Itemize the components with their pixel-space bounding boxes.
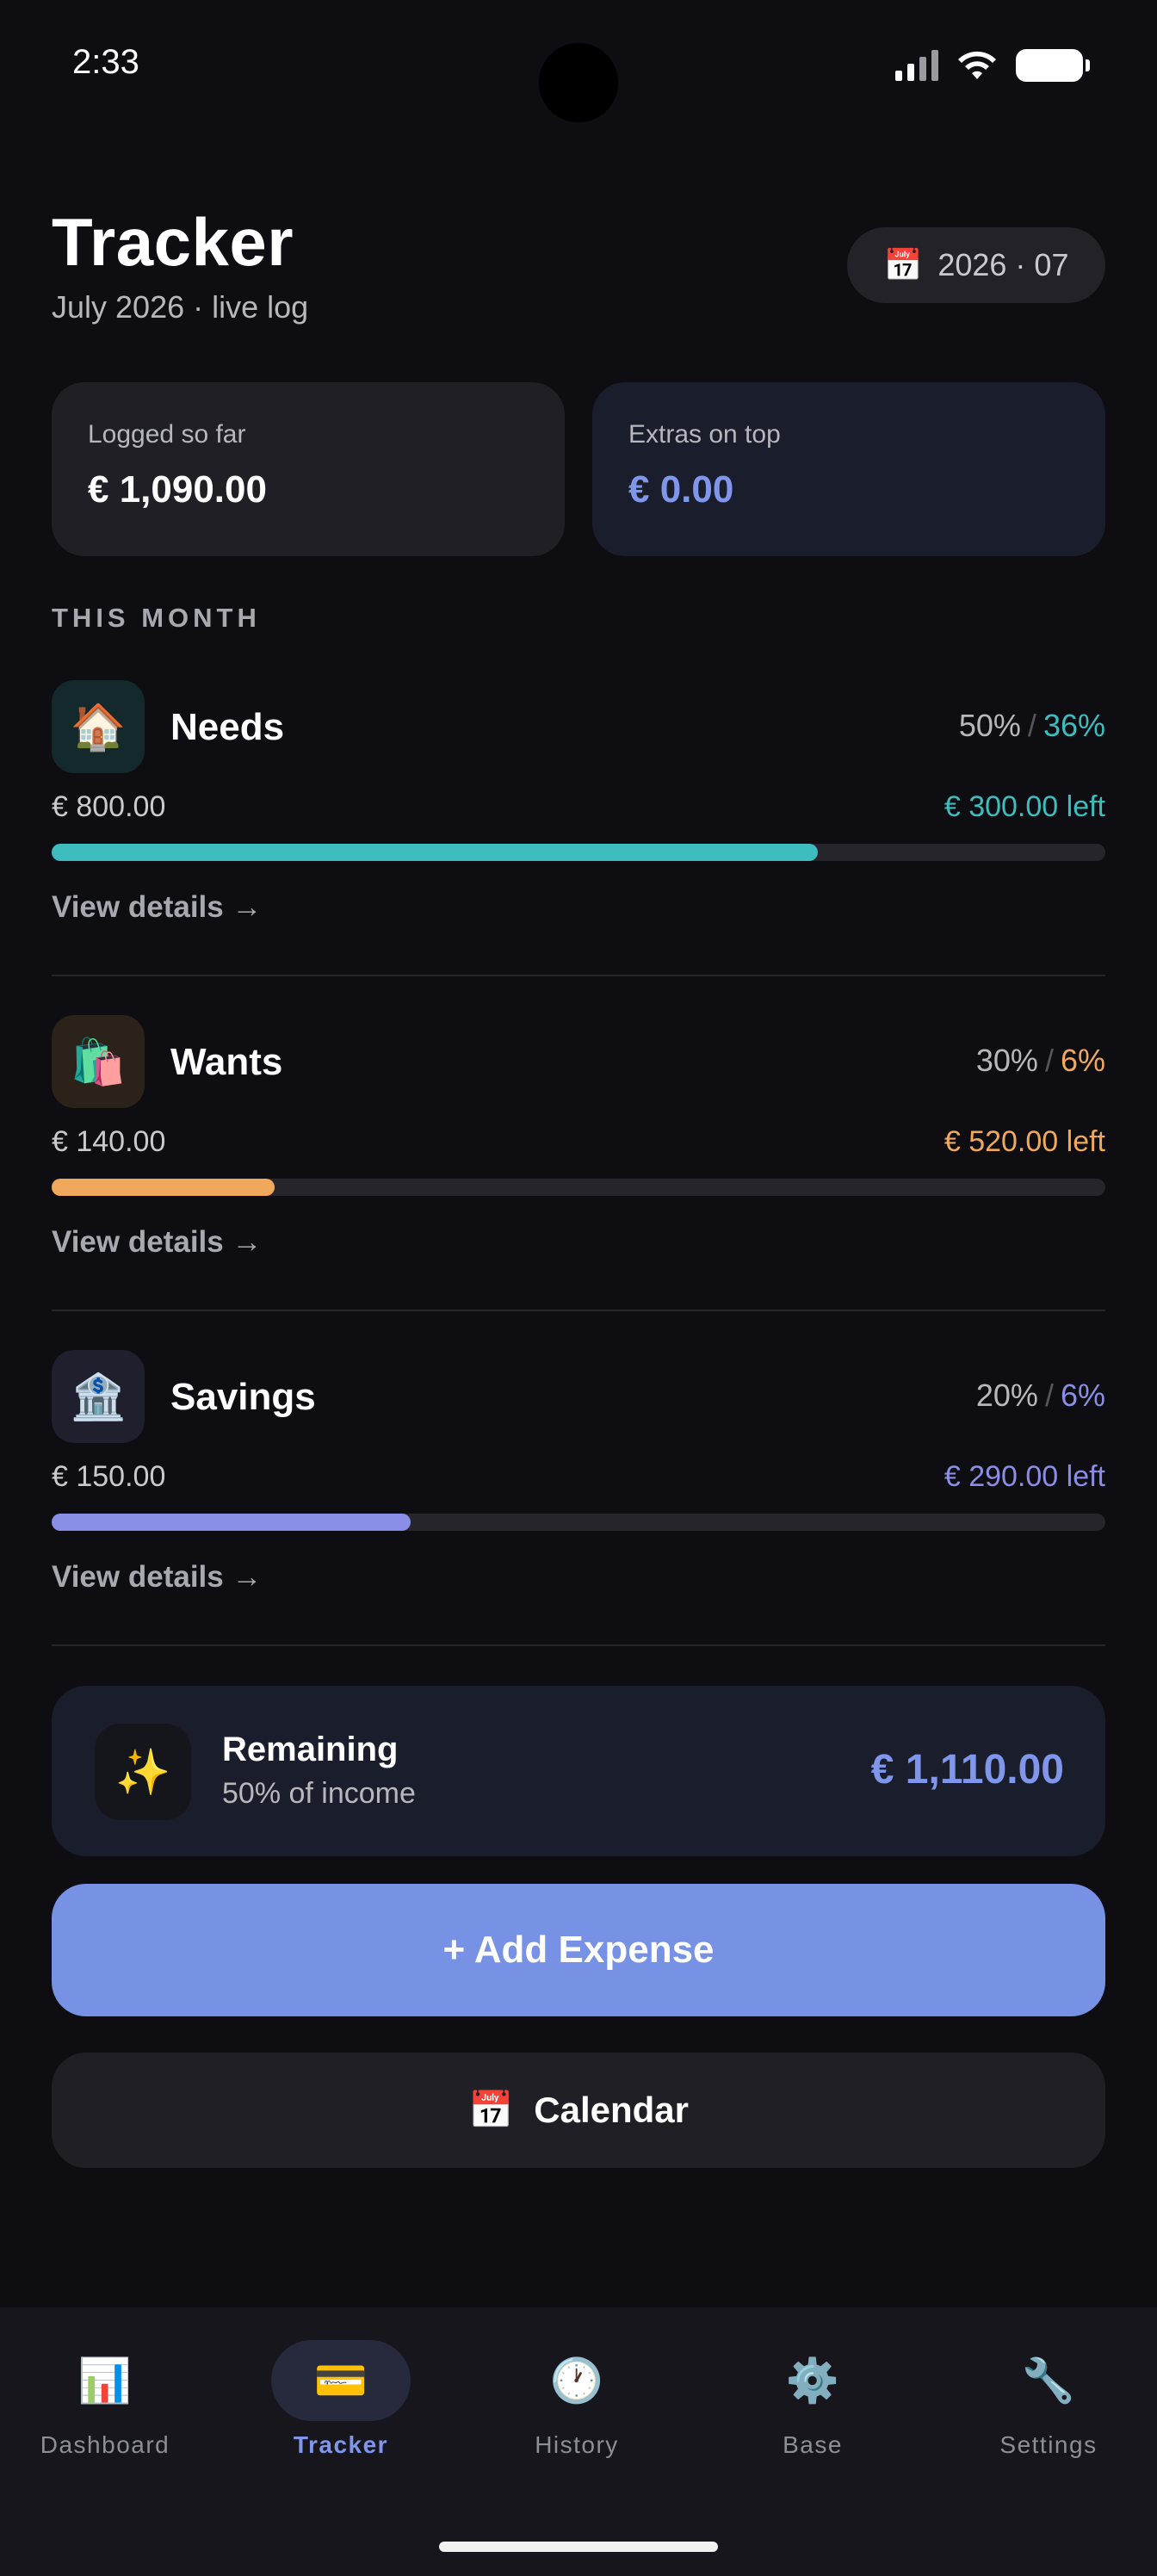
target-percent: 50%: [958, 708, 1021, 743]
nav-label: Dashboard: [40, 2431, 170, 2458]
used-percent: 6%: [1060, 1378, 1105, 1413]
used-percent: 6%: [1060, 1043, 1105, 1078]
target-percent: 30%: [975, 1043, 1038, 1078]
divider: [52, 1644, 1105, 1646]
nav-label: History: [535, 2431, 619, 2458]
category-spent: € 150.00: [52, 1460, 166, 1493]
category-percent: 30%/6%: [975, 1043, 1105, 1078]
nav-base[interactable]: ⚙️ Base: [718, 2340, 907, 2469]
view-details-link[interactable]: View details →: [52, 1225, 262, 1260]
shopping-bags-icon: 🛍️: [52, 1015, 145, 1108]
category-wants: 🛍️ Wants 30%/6% € 140.00 € 520.00 left V…: [52, 1015, 1105, 1351]
calendar-icon: 📅: [883, 248, 923, 283]
battery-icon: [1016, 49, 1090, 82]
bar-chart-icon: 📊: [77, 2355, 133, 2406]
nav-label: Settings: [999, 2431, 1098, 2458]
category-name: Savings: [170, 1376, 316, 1418]
nav-label: Tracker: [293, 2431, 389, 2458]
signal-icon: [895, 50, 938, 81]
used-percent: 36%: [1043, 708, 1105, 743]
nav-dashboard[interactable]: 📊 Dashboard: [10, 2340, 200, 2469]
house-icon: 🏠: [52, 680, 145, 773]
view-details-link[interactable]: View details →: [52, 890, 262, 925]
sparkles-icon: ✨: [95, 1724, 191, 1820]
view-details-link[interactable]: View details →: [52, 1560, 262, 1595]
add-expense-button[interactable]: + Add Expense: [52, 1884, 1105, 2016]
extras-label: Extras on top: [628, 420, 781, 449]
nav-label: Base: [783, 2431, 843, 2458]
credit-card-icon: 💳: [313, 2355, 368, 2406]
divider: [52, 1310, 1105, 1311]
remaining-subtitle: 50% of income: [222, 1777, 416, 1810]
extras-value: € 0.00: [628, 468, 734, 511]
remaining-value: € 1,110.00: [870, 1747, 1064, 1793]
bank-icon: 🏦: [52, 1350, 145, 1443]
extras-card: Extras on top € 0.00: [592, 382, 1105, 556]
calendar-button[interactable]: 📅 Calendar: [52, 2053, 1105, 2168]
status-icons: [895, 48, 1090, 83]
progress-fill: [52, 1514, 411, 1531]
progress-track: [52, 1514, 1105, 1531]
divider: [52, 975, 1105, 976]
clock-icon: 🕐: [549, 2355, 604, 2406]
target-percent: 20%: [975, 1378, 1038, 1413]
progress-fill: [52, 1179, 275, 1196]
category-percent: 20%/6%: [975, 1378, 1105, 1413]
page-subtitle: July 2026 · live log: [52, 289, 309, 325]
category-name: Wants: [170, 1041, 283, 1083]
category-spent: € 800.00: [52, 790, 166, 823]
month-selector-button[interactable]: 📅 2026 · 07: [847, 227, 1105, 303]
wrench-icon: 🔧: [1021, 2355, 1076, 2406]
category-left: € 300.00 left: [944, 790, 1105, 823]
home-indicator: [439, 2542, 718, 2552]
progress-track: [52, 844, 1105, 861]
page-title: Tracker: [52, 204, 294, 280]
nav-settings[interactable]: 🔧 Settings: [954, 2340, 1143, 2469]
calendar-label: Calendar: [534, 2090, 690, 2130]
category-needs: 🏠 Needs 50%/36% € 800.00 € 300.00 left V…: [52, 680, 1105, 1016]
category-percent: 50%/36%: [958, 708, 1105, 743]
category-savings: 🏦 Savings 20%/6% € 150.00 € 290.00 left …: [52, 1350, 1105, 1686]
logged-label: Logged so far: [88, 420, 246, 449]
calendar-icon: 📅: [467, 2089, 514, 2131]
remaining-title: Remaining: [222, 1731, 399, 1768]
camera-cutout: [539, 43, 618, 122]
remaining-card: ✨ Remaining 50% of income € 1,110.00: [52, 1686, 1105, 1856]
nav-tracker[interactable]: 💳 Tracker: [246, 2340, 436, 2469]
logged-value: € 1,090.00: [88, 468, 267, 511]
wifi-icon: [958, 51, 996, 79]
gear-icon: ⚙️: [785, 2355, 840, 2406]
bottom-nav: 📊 Dashboard 💳 Tracker 🕐 History ⚙️ Base …: [0, 2307, 1157, 2576]
category-left: € 290.00 left: [944, 1460, 1105, 1493]
status-time: 2:33: [72, 43, 139, 81]
nav-history[interactable]: 🕐 History: [482, 2340, 671, 2469]
category-name: Needs: [170, 706, 285, 748]
progress-track: [52, 1179, 1105, 1196]
month-label: 2026 · 07: [937, 247, 1069, 282]
logged-card: Logged so far € 1,090.00: [52, 382, 565, 556]
progress-fill: [52, 844, 818, 861]
category-left: € 520.00 left: [944, 1125, 1105, 1158]
category-spent: € 140.00: [52, 1125, 166, 1158]
section-label: THIS MONTH: [52, 603, 261, 633]
